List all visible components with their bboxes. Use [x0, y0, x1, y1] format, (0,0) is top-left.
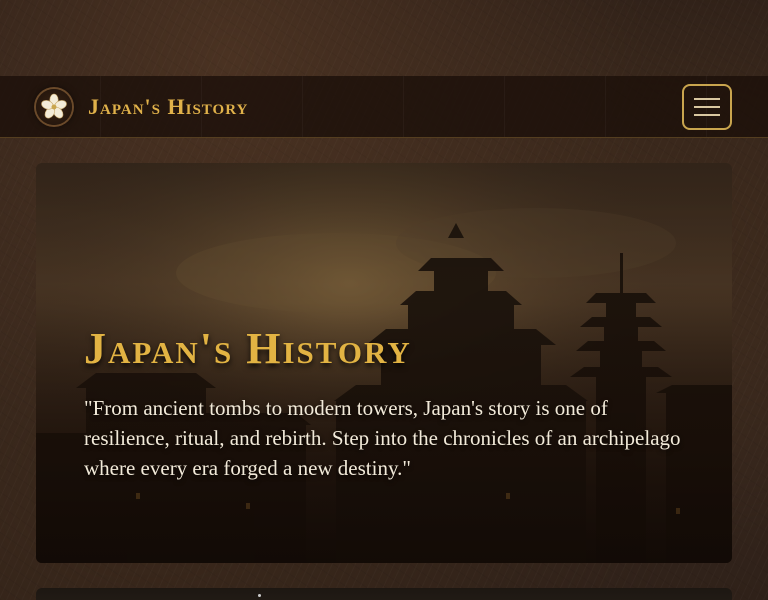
- hero-title: Japan's History: [84, 324, 412, 373]
- decorative-dot: [258, 594, 261, 597]
- brand-name[interactable]: Japan's History: [88, 94, 248, 120]
- hero-banner: Japan's History "From ancient tombs to m…: [36, 163, 732, 563]
- menu-line: [694, 98, 720, 100]
- navbar: Japan's History: [0, 76, 768, 138]
- menu-line: [694, 106, 720, 108]
- sakura-crest-icon[interactable]: [36, 88, 72, 125]
- next-section-card: [36, 588, 732, 600]
- menu-line: [694, 114, 720, 116]
- sakura-crest-svg: [41, 93, 67, 118]
- hero-quote: "From ancient tombs to modern towers, Ja…: [84, 396, 681, 480]
- hamburger-menu-icon[interactable]: [682, 84, 732, 130]
